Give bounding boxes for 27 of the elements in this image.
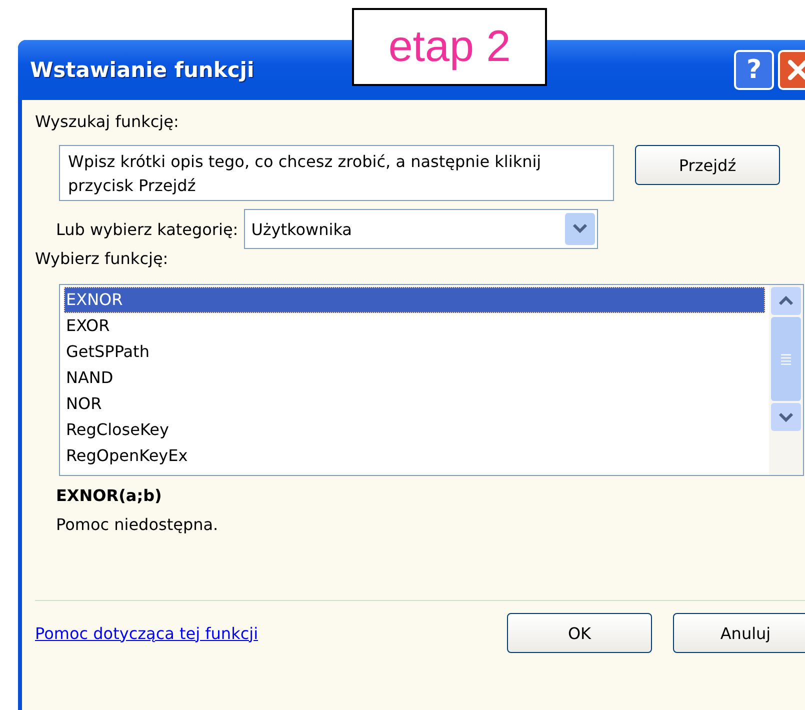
function-item[interactable]: NAND — [64, 365, 765, 391]
function-item[interactable]: EXNOR — [64, 287, 765, 313]
scroll-up-icon[interactable] — [771, 287, 801, 315]
function-list[interactable]: EXNOR EXOR GetSPPath NAND NOR RegCloseKey RegOpenKeyEx — [59, 284, 804, 476]
search-field[interactable]: Wpisz krótki opis tego, co chcesz zrobić, a następnie kliknij przycisk Przejdź — [59, 145, 614, 201]
category-dropdown[interactable]: Użytkownika — [244, 209, 598, 249]
ok-button[interactable]: OK — [507, 613, 652, 653]
function-item[interactable]: EXOR — [64, 313, 765, 339]
function-item[interactable]: RegOpenKeyEx — [64, 443, 765, 469]
function-signature: EXNOR(a;b) — [56, 486, 163, 505]
close-icon — [785, 57, 805, 83]
scroll-down-icon[interactable] — [771, 403, 801, 431]
category-label: Lub wybierz kategorię: — [56, 220, 238, 238]
go-button[interactable]: Przejdź — [635, 145, 780, 185]
scroll-thumb[interactable] — [771, 317, 801, 401]
function-item[interactable]: GetSPPath — [64, 339, 765, 365]
function-list-label: Wybierz funkcję: — [35, 249, 170, 268]
help-button[interactable]: ? — [734, 50, 774, 90]
function-item[interactable]: NOR — [64, 391, 765, 417]
function-description: Pomoc niedostępna. — [56, 515, 220, 534]
search-label: Wyszukaj funkcję: — [35, 112, 180, 131]
window-title: Wstawianie funkcji — [30, 58, 254, 82]
scrollbar[interactable] — [769, 285, 803, 475]
stage-label: etap 2 — [352, 8, 547, 86]
cancel-button[interactable]: Anuluj — [673, 613, 805, 653]
function-item[interactable]: RegCloseKey — [64, 417, 765, 443]
help-link[interactable]: Pomoc dotycząca tej funkcji — [35, 624, 258, 642]
